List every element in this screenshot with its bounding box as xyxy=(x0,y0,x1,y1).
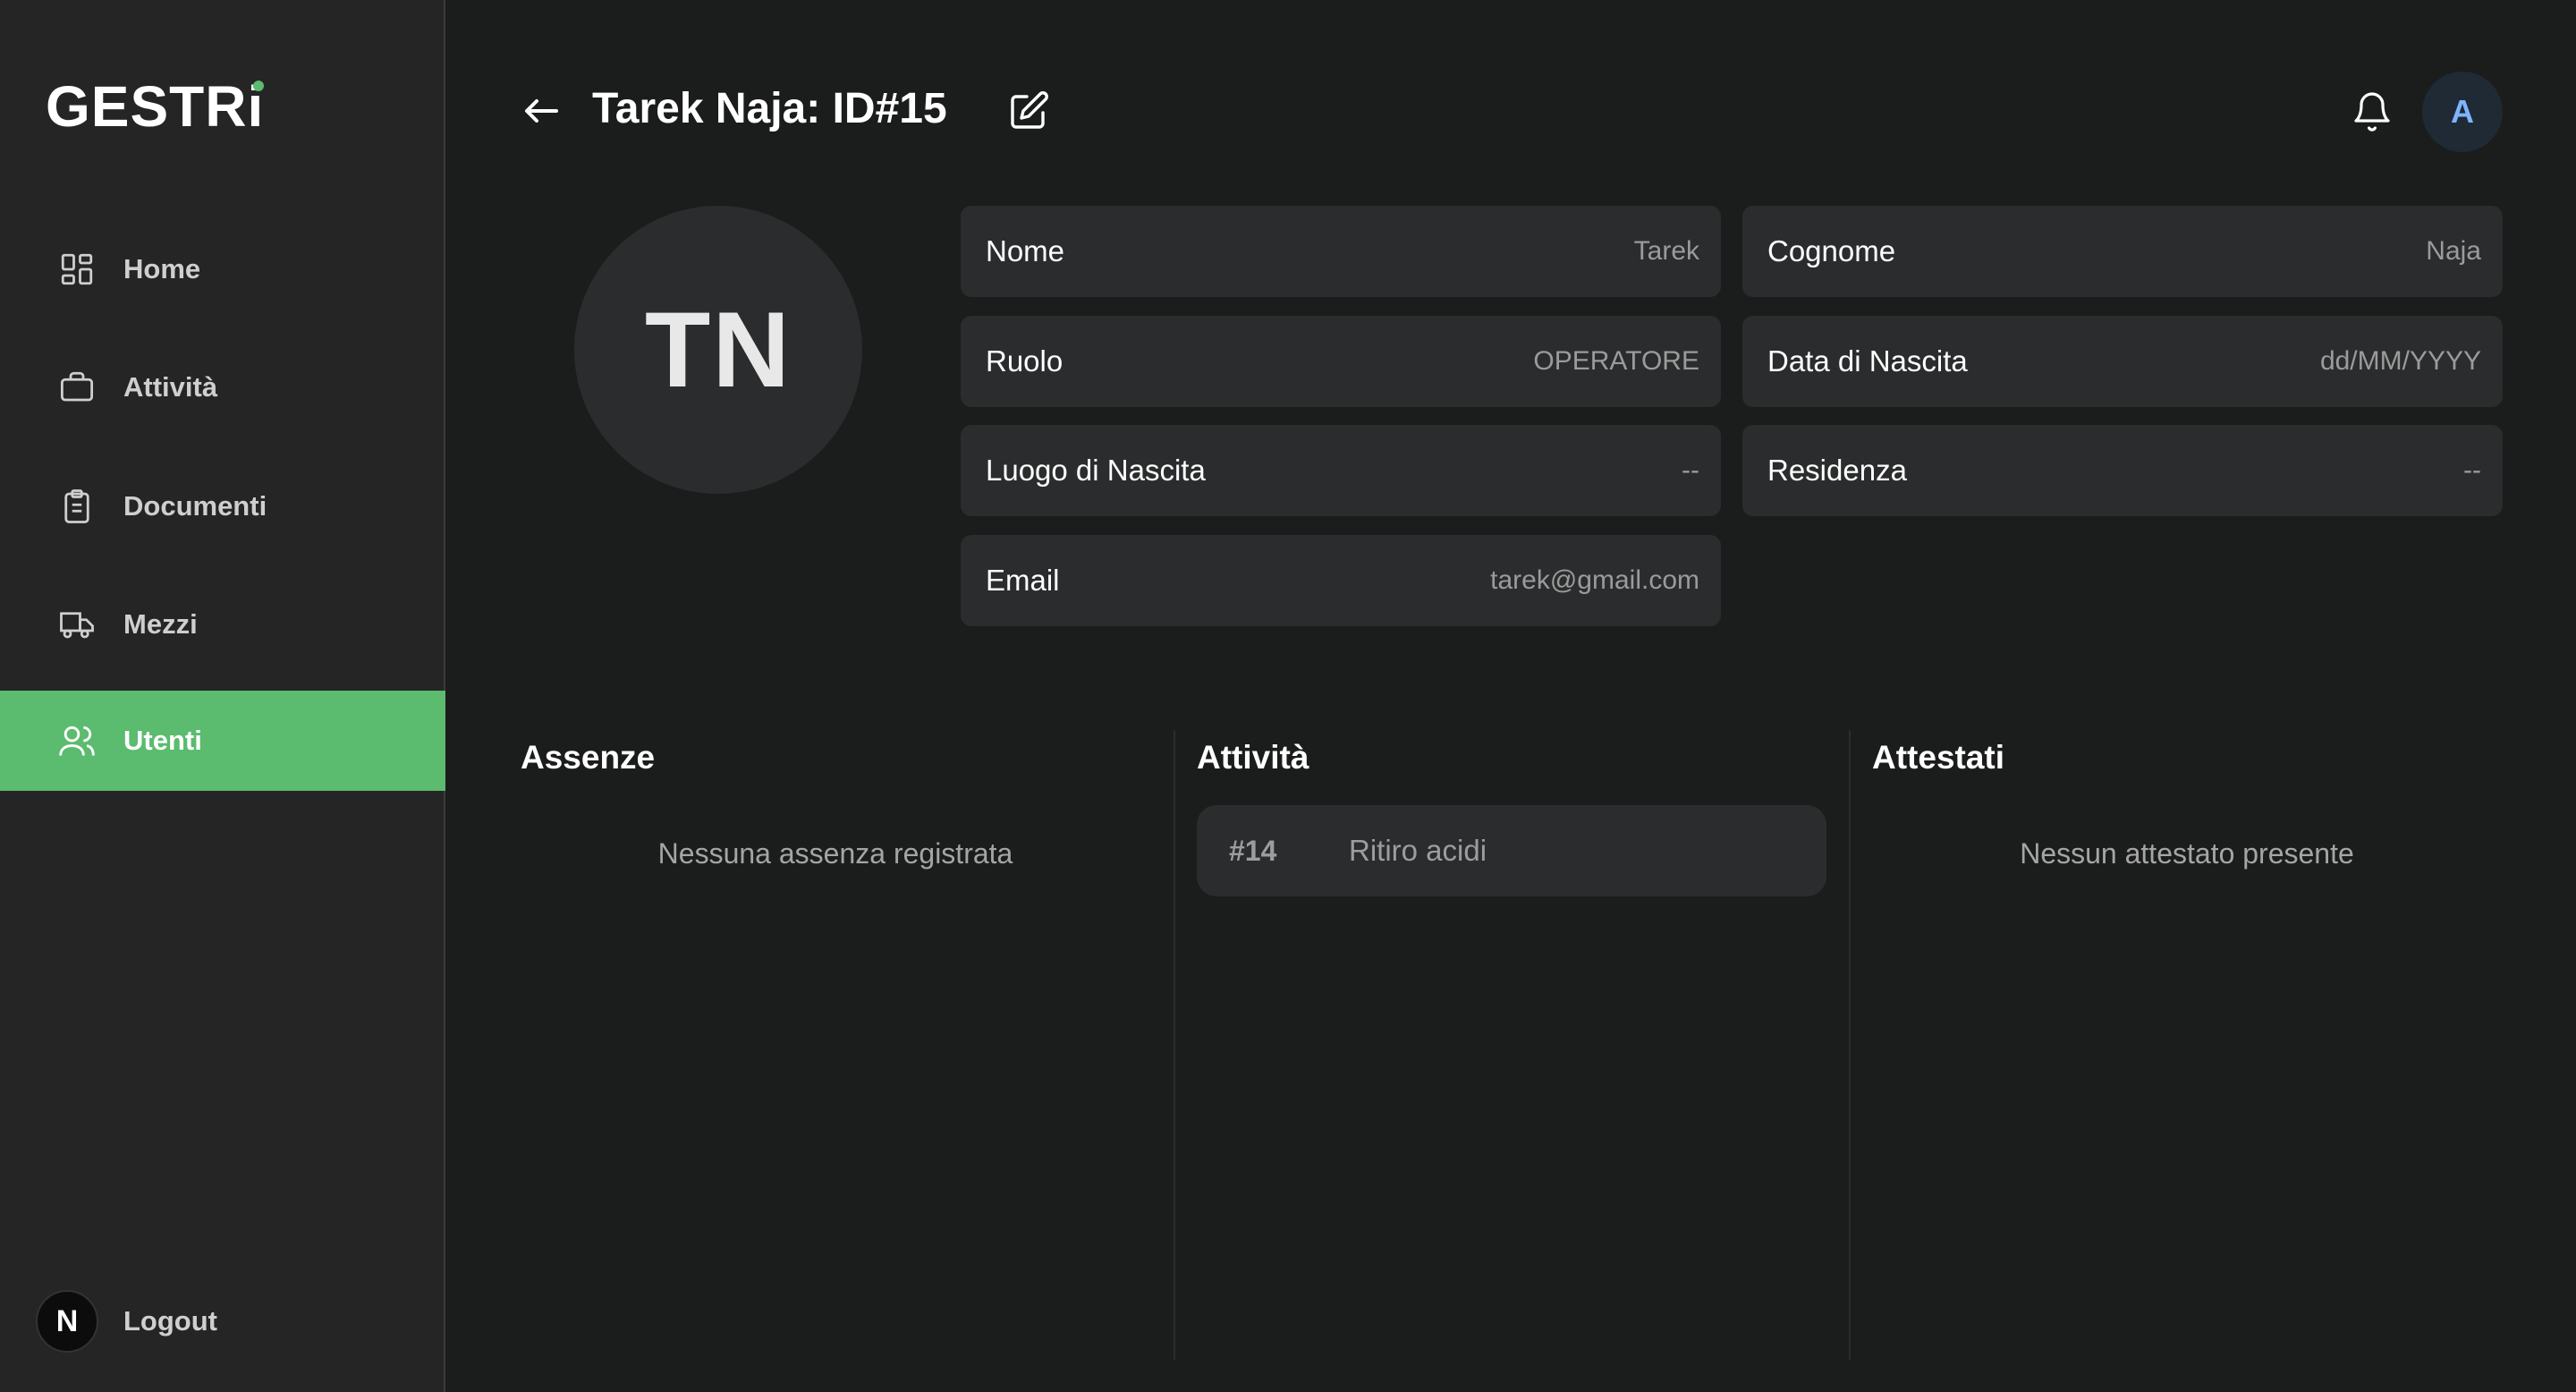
section-title-assenze: Assenze xyxy=(521,739,656,776)
field-value: Naja xyxy=(2426,236,2481,266)
field-value: -- xyxy=(2463,455,2481,485)
sidebar-item-mezzi[interactable]: Mezzi xyxy=(0,574,445,675)
section-title-attivita: Attività xyxy=(1197,739,1309,776)
dashboard-icon xyxy=(57,250,97,289)
field-value: Tarek xyxy=(1633,236,1699,266)
sidebar-item-documenti[interactable]: Documenti xyxy=(0,456,445,556)
field-email[interactable]: Email tarek@gmail.com xyxy=(961,535,1721,626)
activity-id: #14 xyxy=(1229,834,1277,867)
field-luogo-nascita[interactable]: Luogo di Nascita -- xyxy=(961,425,1721,516)
field-residenza[interactable]: Residenza -- xyxy=(1742,425,2503,516)
sidebar-item-attivita[interactable]: Attività xyxy=(0,337,445,437)
field-value: tarek@gmail.com xyxy=(1490,565,1699,595)
field-label: Luogo di Nascita xyxy=(986,454,1206,487)
field-nome[interactable]: Nome Tarek xyxy=(961,206,1721,297)
field-label: Cognome xyxy=(1767,234,1896,267)
field-data-nascita[interactable]: Data di Nascita dd/MM/YYYY xyxy=(1742,316,2503,407)
column-divider xyxy=(1174,730,1175,1360)
edit-icon[interactable] xyxy=(1007,89,1050,132)
field-cognome[interactable]: Cognome Naja xyxy=(1742,206,2503,297)
field-label: Email xyxy=(986,564,1060,597)
activity-name: Ritiro acidi xyxy=(1349,834,1487,867)
field-label: Data di Nascita xyxy=(1767,344,1968,378)
users-icon xyxy=(57,721,97,760)
sidebar-item-label: Attività xyxy=(123,371,218,403)
field-label: Residenza xyxy=(1767,454,1907,487)
column-divider xyxy=(1849,730,1851,1360)
field-label: Ruolo xyxy=(986,344,1063,378)
back-arrow-icon[interactable] xyxy=(521,93,562,129)
truck-icon xyxy=(57,605,97,644)
sidebar-item-label: Mezzi xyxy=(123,608,198,640)
field-label: Nome xyxy=(986,234,1065,267)
sidebar: GESTRi Home Attività Documenti Mezzi Ute… xyxy=(0,0,445,1392)
app-logo-text: GESTRi xyxy=(46,74,265,139)
sidebar-item-utenti[interactable]: Utenti xyxy=(0,691,445,791)
field-ruolo[interactable]: Ruolo OPERATORE xyxy=(961,316,1721,407)
field-value: -- xyxy=(1682,455,1699,485)
sidebar-item-label: Documenti xyxy=(123,490,267,522)
bell-icon[interactable] xyxy=(2351,89,2394,134)
app-logo[interactable]: GESTRi xyxy=(46,73,265,140)
activity-card[interactable]: #14 Ritiro acidi xyxy=(1197,805,1826,896)
attestati-empty-message: Nessun attestato presente xyxy=(2020,837,2354,870)
sidebar-item-label: Utenti xyxy=(123,725,202,756)
field-value: dd/MM/YYYY xyxy=(2319,346,2481,376)
logout-button[interactable]: N Logout xyxy=(36,1290,217,1353)
field-value: OPERATORE xyxy=(1533,346,1699,376)
sidebar-item-home[interactable]: Home xyxy=(0,219,445,319)
assenze-empty-message: Nessuna assenza registrata xyxy=(657,837,1013,870)
n-badge-icon: N xyxy=(36,1290,98,1353)
section-title-attestati: Attestati xyxy=(1872,739,2005,776)
profile-avatar: TN xyxy=(574,206,862,494)
page-title: Tarek Naja: ID#15 xyxy=(592,85,947,132)
clipboard-icon xyxy=(57,487,97,526)
logout-label: Logout xyxy=(123,1305,218,1337)
sidebar-item-label: Home xyxy=(123,253,201,284)
briefcase-icon xyxy=(57,368,97,407)
app-root: GESTRi Home Attività Documenti Mezzi Ute… xyxy=(0,0,2576,1392)
user-avatar[interactable]: A xyxy=(2422,72,2503,152)
